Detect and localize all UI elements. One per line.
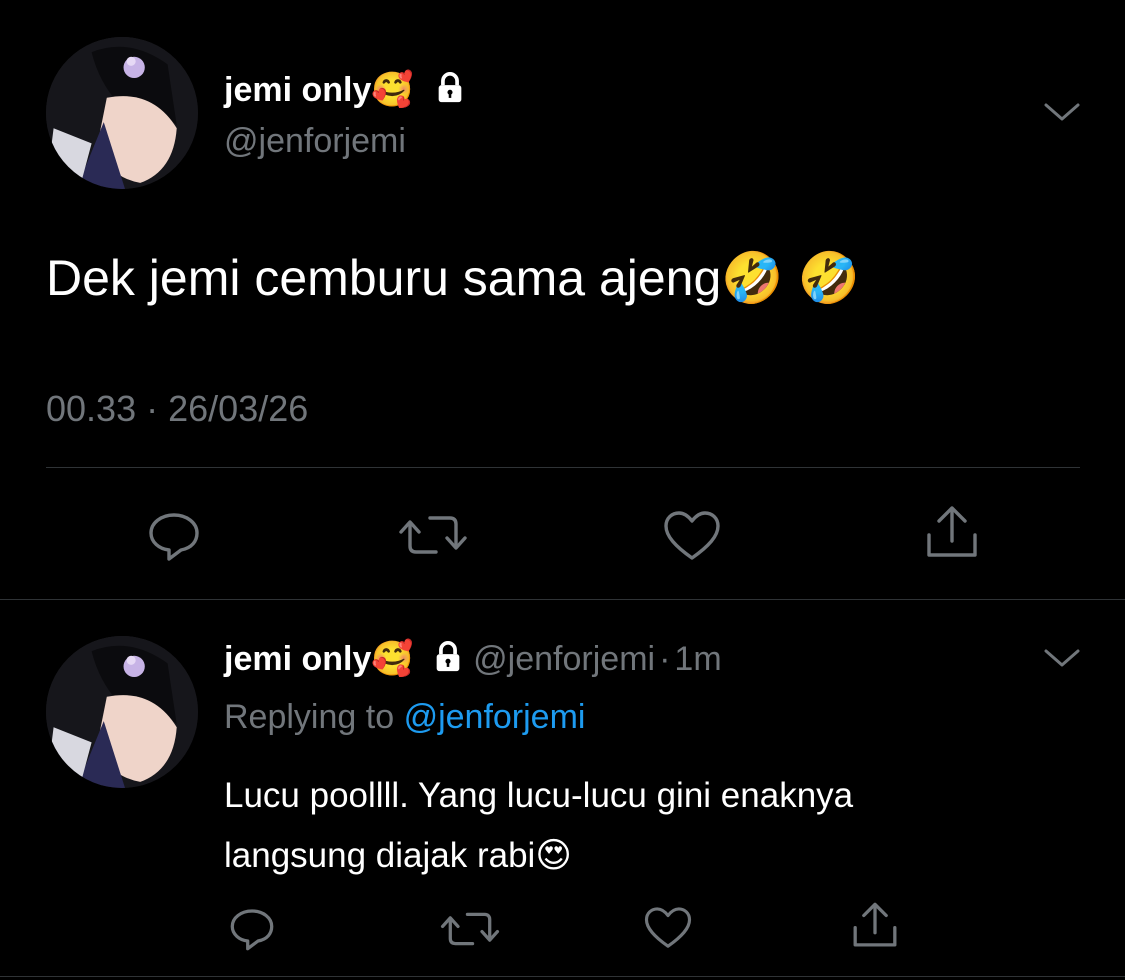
reply-age: 1m <box>674 640 722 678</box>
tweet-date: 26/03/26 <box>168 388 309 429</box>
like-icon[interactable] <box>663 510 721 562</box>
share-icon[interactable] <box>850 900 900 950</box>
tweet-text: Dek jemi cemburu sama ajeng <box>46 250 722 306</box>
tweet-text-line: langsung diajak rabi😍 <box>224 826 853 886</box>
main-tweet-text: Dek jemi cemburu sama ajeng🤣 🤣 <box>46 248 860 308</box>
lock-icon <box>433 71 467 105</box>
lock-icon <box>431 640 465 674</box>
main-timestamp[interactable]: 00.33 · 26/03/26 <box>46 388 308 430</box>
reply-tweet-text: Lucu poollll. Yang lucu-lucu gini enakny… <box>224 766 853 886</box>
share-icon[interactable] <box>923 503 981 561</box>
reply-icon[interactable] <box>228 907 276 951</box>
reply-icon[interactable] <box>146 511 202 561</box>
reply-avatar[interactable] <box>46 636 198 788</box>
rofl-emoji: 🤣 🤣 <box>721 250 860 306</box>
retweet-icon[interactable] <box>440 907 500 951</box>
bottom-divider <box>0 976 1125 977</box>
main-display-name[interactable]: jemi only🥰 <box>224 70 467 110</box>
tweet-time: 00.33 <box>46 388 137 429</box>
tweet-text: langsung diajak rabi <box>224 836 536 875</box>
smiling-hearts-emoji: 🥰 <box>371 640 414 678</box>
display-name-text: jemi only <box>224 71 372 109</box>
separator-dot: · <box>659 640 671 678</box>
reply-header[interactable]: jemi only🥰 @jenforjemi · 1m <box>224 638 722 680</box>
heart-eyes-emoji: 😍 <box>535 836 572 875</box>
display-name-text: jemi only <box>224 640 372 678</box>
chevron-down-icon[interactable] <box>1043 646 1081 670</box>
retweet-icon[interactable] <box>398 510 468 560</box>
replying-to-label: Replying to <box>224 698 395 736</box>
separator-dot: · <box>146 388 159 429</box>
main-divider <box>46 467 1080 468</box>
main-avatar[interactable] <box>46 37 198 189</box>
section-divider <box>0 599 1125 600</box>
main-handle[interactable]: @jenforjemi <box>224 121 406 161</box>
replying-to-link[interactable]: @jenforjemi <box>404 698 586 736</box>
tweet-text-line: Lucu poollll. Yang lucu-lucu gini enakny… <box>224 776 854 815</box>
reply-handle: @jenforjemi <box>473 640 656 678</box>
chevron-down-icon[interactable] <box>1043 100 1081 124</box>
smiling-hearts-emoji: 🥰 <box>371 71 414 109</box>
replying-to: Replying to @jenforjemi <box>224 696 585 738</box>
like-icon[interactable] <box>644 906 692 950</box>
